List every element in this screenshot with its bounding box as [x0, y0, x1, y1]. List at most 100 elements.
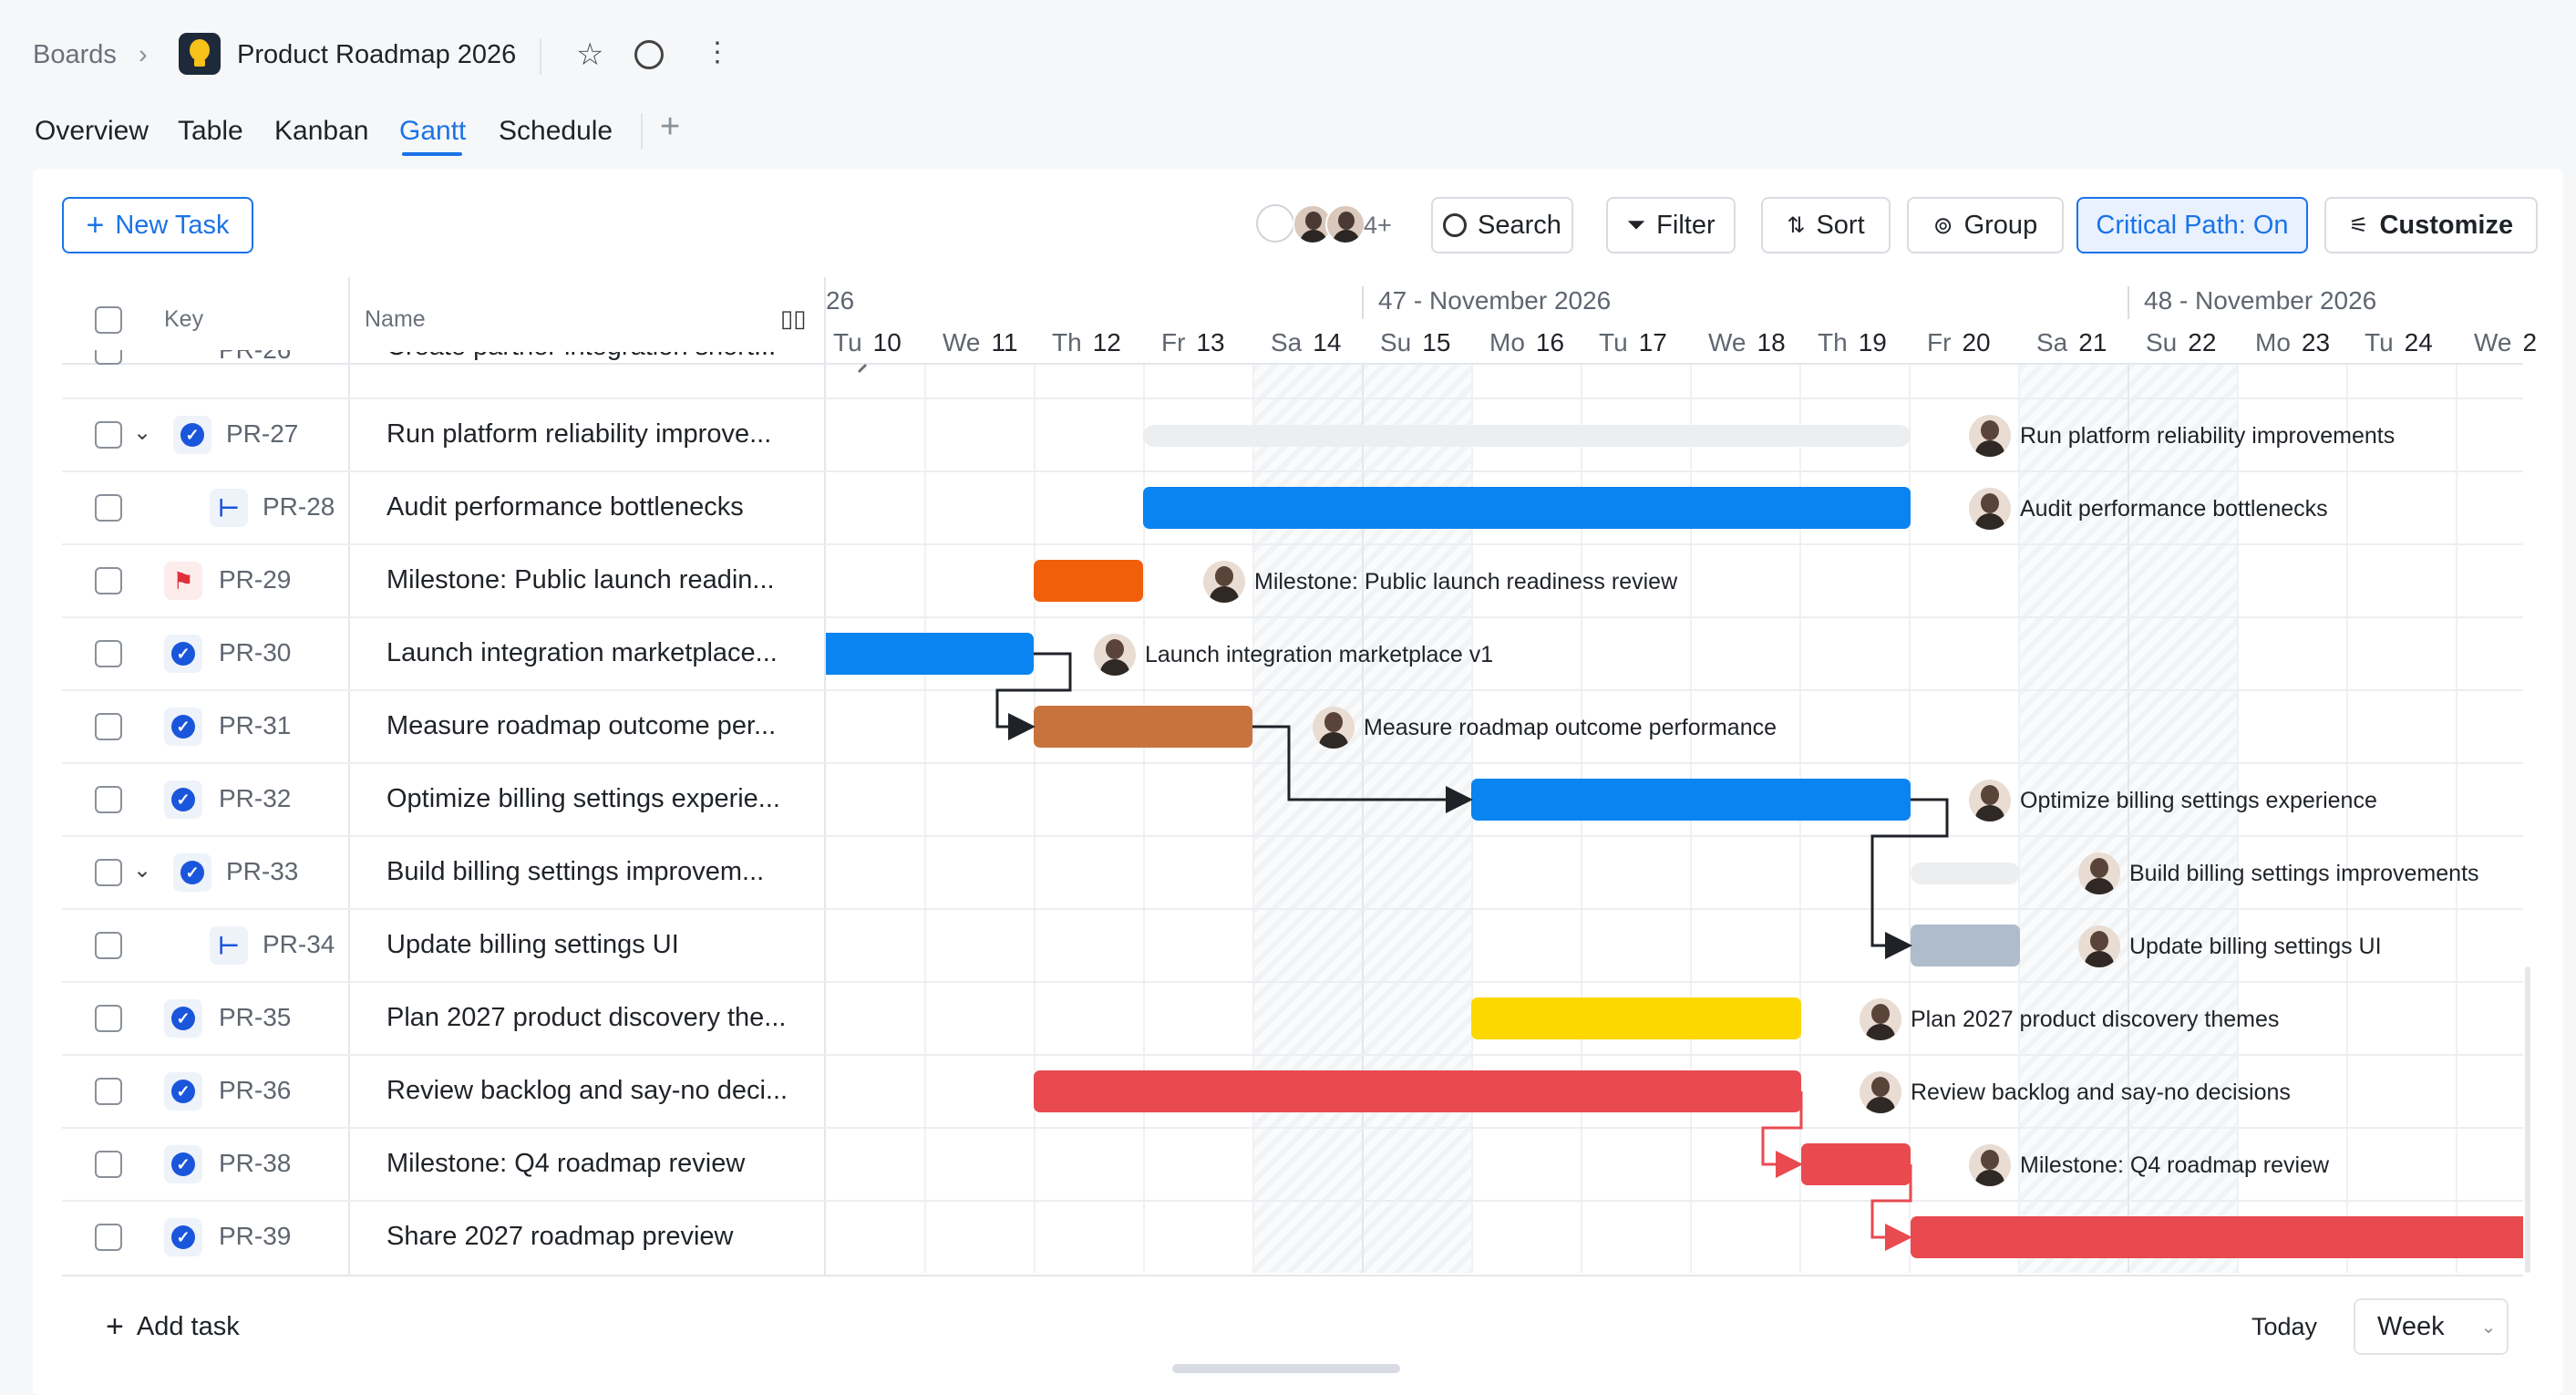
horizontal-scrollbar[interactable] [1172, 1364, 1400, 1373]
gantt-bar-pr-29[interactable] [1034, 560, 1143, 602]
day-number: 17 [1638, 328, 1667, 356]
gantt-bar-pr-31[interactable] [1034, 706, 1252, 748]
row-checkbox[interactable] [95, 1224, 122, 1251]
row-key[interactable]: PR-28 [263, 492, 335, 522]
critical-path-toggle[interactable]: Critical Path: On [2076, 197, 2308, 253]
row-divider [62, 762, 2523, 764]
tab-overview[interactable]: Overview [35, 116, 149, 147]
row-key[interactable]: PR-32 [219, 784, 291, 813]
chevron-down-icon[interactable]: ⌄ [133, 857, 151, 884]
row-key[interactable]: PR-38 [219, 1149, 291, 1178]
check-circle-icon: ✓ [164, 1145, 202, 1183]
add-task-button[interactable]: + Add task [106, 1309, 240, 1345]
row-checkbox[interactable] [95, 713, 122, 740]
gantt-bar-pr-33[interactable] [1911, 863, 2020, 884]
gantt-bar-pr-34[interactable] [1911, 925, 2020, 966]
row-name[interactable]: Build billing settings improvem... [386, 857, 764, 887]
check-icon: ✓ [171, 788, 195, 811]
columns-toggle-icon[interactable]: ▯▯ [780, 305, 807, 333]
sort-button[interactable]: ⇅ Sort [1761, 197, 1891, 253]
day-abbr: Th [1818, 328, 1848, 356]
row-key[interactable]: PR-30 [219, 638, 291, 667]
gantt-bar-pr-39[interactable] [1911, 1216, 2523, 1258]
row-divider [62, 1200, 2523, 1202]
watch-icon[interactable] [634, 40, 664, 69]
search-button[interactable]: Search [1431, 197, 1573, 253]
row-key[interactable]: PR-39 [219, 1222, 291, 1251]
new-task-label: New Task [115, 210, 230, 240]
group-button[interactable]: ⊚ Group [1907, 197, 2064, 253]
row-name[interactable]: Plan 2027 product discovery the... [386, 1003, 786, 1033]
avatar [2078, 852, 2120, 894]
day-number: 2 [2522, 328, 2538, 356]
day-label: Th 19 [1818, 328, 1887, 357]
row-checkbox[interactable] [95, 567, 122, 594]
row-checkbox[interactable] [95, 494, 122, 522]
day-number: 18 [1757, 328, 1786, 356]
row-checkbox[interactable] [95, 1005, 122, 1032]
avatar [1969, 488, 2011, 530]
add-tab-icon[interactable]: + [660, 108, 680, 147]
chevron-down-icon[interactable]: ⌄ [133, 419, 151, 446]
row-name[interactable]: Audit performance bottlenecks [386, 492, 744, 522]
gantt-bar-pr-36[interactable] [1034, 1070, 1801, 1112]
gantt-bar-pr-30[interactable] [826, 633, 1034, 675]
filter-button[interactable]: ⏷ Filter [1606, 197, 1736, 253]
day-abbr: Tu [2365, 328, 2394, 356]
today-button[interactable]: Today [2251, 1313, 2317, 1341]
row-name[interactable]: Optimize billing settings experie... [386, 784, 780, 814]
day-label: We 2 [2474, 328, 2537, 357]
avatar [1203, 561, 1245, 603]
column-header-key[interactable]: Key [164, 306, 203, 333]
vertical-scrollbar[interactable] [2525, 966, 2530, 1273]
gantt-bar-pr-27[interactable] [1143, 425, 1911, 447]
day-label: We 11 [943, 328, 1018, 357]
gantt-bar-pr-38[interactable] [1801, 1143, 1911, 1185]
star-icon[interactable]: ☆ [576, 36, 603, 73]
row-checkbox[interactable] [95, 859, 122, 886]
row-key[interactable]: PR-31 [219, 711, 291, 740]
row-name[interactable]: Milestone: Q4 roadmap review [386, 1149, 745, 1179]
row-key[interactable]: PR-36 [219, 1076, 291, 1105]
row-name[interactable]: Review backlog and say-no deci... [386, 1076, 788, 1106]
row-checkbox[interactable] [95, 421, 122, 449]
row-divider [62, 1127, 2523, 1129]
scale-select[interactable]: Week ⌄ [2354, 1298, 2509, 1355]
gantt-bar-pr-32[interactable] [1471, 779, 1911, 821]
breadcrumb-boards[interactable]: Boards [33, 40, 117, 70]
row-name[interactable]: Share 2027 roadmap preview [386, 1222, 733, 1252]
more-vertical-icon[interactable]: ⋮ [704, 36, 731, 68]
tab-schedule[interactable]: Schedule [499, 116, 613, 147]
check-icon: ✓ [171, 1225, 195, 1249]
row-checkbox[interactable] [95, 640, 122, 667]
row-name[interactable]: Update billing settings UI [386, 930, 679, 960]
row-checkbox[interactable] [95, 1078, 122, 1105]
row-key[interactable]: PR-33 [226, 857, 298, 886]
row-name[interactable]: Run platform reliability improve... [386, 419, 771, 450]
row-key[interactable]: PR-29 [219, 565, 291, 594]
tab-gantt[interactable]: Gantt [399, 116, 466, 147]
row-key[interactable]: PR-34 [263, 930, 335, 959]
row-checkbox[interactable] [95, 350, 122, 365]
tab-kanban[interactable]: Kanban [274, 116, 368, 147]
row-name[interactable]: Measure roadmap outcome per... [386, 711, 776, 741]
row-checkbox[interactable] [95, 932, 122, 959]
new-task-button[interactable]: + New Task [62, 197, 253, 253]
row-key[interactable]: PR-35 [219, 1003, 291, 1032]
row-checkbox[interactable] [95, 1151, 122, 1178]
row-name[interactable]: Milestone: Public launch readin... [386, 565, 775, 595]
day-label: We 18 [1708, 328, 1786, 357]
gantt-bar-pr-28[interactable] [1143, 487, 1911, 529]
column-header-name[interactable]: Name [365, 306, 426, 333]
day-abbr: Su [1380, 328, 1412, 356]
row-checkbox[interactable] [95, 786, 122, 813]
customize-button[interactable]: ⚟ Customize [2324, 197, 2538, 253]
select-all-checkbox[interactable] [95, 306, 122, 334]
row-name[interactable]: Launch integration marketplace... [386, 638, 778, 668]
gantt-bar-pr-35[interactable] [1471, 997, 1801, 1039]
tab-table[interactable]: Table [178, 116, 243, 147]
assignee-avatars[interactable]: 4+ [1256, 202, 1398, 248]
sliders-icon: ⚟ [2348, 212, 2369, 238]
search-icon [1443, 213, 1468, 237]
row-key[interactable]: PR-27 [226, 419, 298, 449]
